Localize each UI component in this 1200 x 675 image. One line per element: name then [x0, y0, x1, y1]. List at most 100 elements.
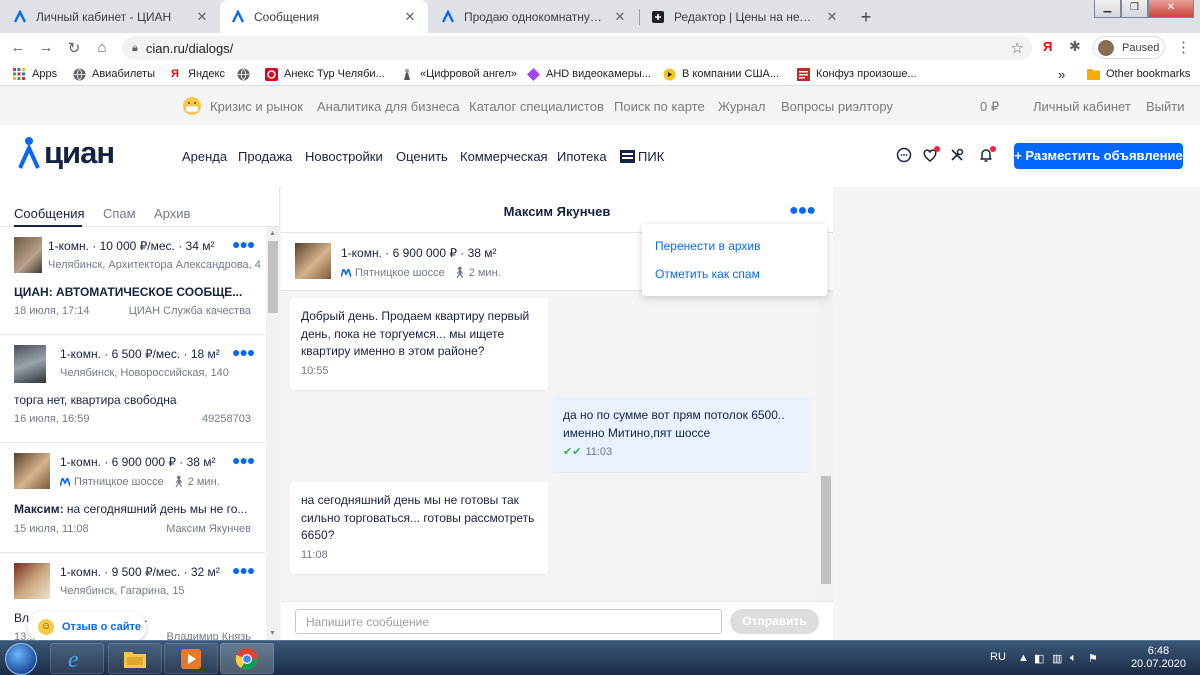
chat-menu-dots-icon[interactable]: ●●●: [789, 202, 816, 220]
more-dots-icon[interactable]: ●●●: [232, 562, 255, 578]
conversation-item[interactable]: 1-комн. · 6 500 ₽/мес. · 18 м² ●●● Челяб…: [0, 335, 265, 443]
reload-icon[interactable]: ↻: [60, 39, 88, 57]
more-dots-icon[interactable]: ●●●: [232, 236, 255, 252]
menu-item-archive[interactable]: Перенести в архив: [655, 239, 760, 253]
compare-icon[interactable]: [948, 147, 966, 165]
main-nav-sale[interactable]: Продажа: [238, 149, 292, 164]
tab-messages[interactable]: Сообщения ✕: [220, 0, 428, 33]
close-tab-icon[interactable]: ✕: [824, 9, 840, 25]
message-status: ✔✔ 11:03: [563, 444, 799, 462]
cian-favicon-icon: [230, 9, 246, 25]
network-icon[interactable]: ▥: [1052, 652, 1062, 665]
nav-analytics-link[interactable]: Аналитика для бизнеса: [317, 99, 460, 114]
lock-icon[interactable]: 🔒︎: [132, 42, 138, 55]
nav-questions-link[interactable]: Вопросы риэлтору: [781, 99, 893, 114]
main-nav-rent[interactable]: Аренда: [182, 149, 227, 164]
dialogs-scrollbar[interactable]: ▲ ▼: [266, 227, 280, 640]
bookmark-ahd[interactable]: AHD видеокамеры...: [526, 62, 651, 86]
bookmark-anex[interactable]: Анекс Тур Челяби...: [264, 62, 385, 86]
close-tab-icon[interactable]: ✕: [612, 9, 628, 25]
extensions-puzzle-icon[interactable]: ✱: [1069, 38, 1081, 55]
show-hidden-icons-icon[interactable]: ▲: [1018, 652, 1029, 664]
main-nav-newbuildings[interactable]: Новостройки: [305, 149, 383, 164]
nav-journal-link[interactable]: Журнал: [718, 99, 765, 114]
close-tab-icon[interactable]: ✕: [402, 9, 418, 25]
nav-cabinet-link[interactable]: Личный кабинет: [1033, 99, 1131, 114]
chat-scrollbar[interactable]: [819, 291, 833, 601]
bookmark-apps[interactable]: Apps: [12, 62, 57, 86]
home-icon[interactable]: ⌂: [88, 39, 116, 56]
minimize-icon[interactable]: ▁: [1094, 0, 1121, 18]
bookmark-konfuz[interactable]: Конфуз произоше...: [796, 62, 917, 86]
chat-icon[interactable]: [895, 147, 913, 165]
internet-explorer-icon[interactable]: e: [50, 643, 104, 674]
cian-logo[interactable]: циан: [18, 135, 115, 171]
balance-link[interactable]: 0 ₽: [980, 99, 999, 115]
more-dots-icon[interactable]: ●●●: [232, 452, 255, 468]
post-ad-button[interactable]: + Разместить объявление: [1014, 143, 1183, 169]
start-button[interactable]: [5, 643, 37, 675]
volume-icon[interactable]: 🔈︎: [1070, 652, 1077, 665]
scrollbar-thumb[interactable]: [268, 241, 278, 313]
message-text: Добрый день. Продаем квартиру первый ден…: [301, 309, 530, 358]
tab-cabinet[interactable]: Личный кабинет - ЦИАН ✕: [2, 0, 220, 33]
diamond-icon: [526, 67, 540, 81]
profile-button[interactable]: Paused: [1093, 36, 1165, 59]
conversation-item[interactable]: 1-комн. · 10 000 ₽/мес. · 34 м² ●●● Челя…: [0, 227, 265, 335]
window-close-icon[interactable]: ✕: [1148, 0, 1194, 18]
file-explorer-icon[interactable]: [108, 643, 162, 674]
more-dots-icon[interactable]: ●●●: [232, 344, 255, 360]
walk-time: 2 мин.: [187, 475, 220, 488]
tab-archive[interactable]: Архив: [154, 206, 190, 221]
tray-app-icon[interactable]: ◧: [1034, 652, 1044, 665]
scroll-up-icon[interactable]: ▲: [269, 230, 276, 237]
flag-icon[interactable]: ⚑: [1088, 652, 1098, 665]
bookmark-angel[interactable]: «Цифровой ангел»: [400, 62, 517, 86]
bookmark-aviabilety[interactable]: Авиабилеты: [72, 62, 155, 86]
bookmarks-more-button[interactable]: »: [1058, 62, 1065, 86]
nav-crisis-link[interactable]: Кризис и рынок: [210, 99, 303, 114]
back-icon[interactable]: ←: [4, 39, 32, 56]
main-nav-commercial[interactable]: Коммерческая: [460, 149, 548, 164]
main-nav-pik[interactable]: ПИК: [620, 149, 664, 164]
bookmark-star-icon[interactable]: ☆: [1011, 39, 1024, 57]
conversation-item[interactable]: 1-комн. · 6 900 000 ₽ · 38 м² ●●● Пятниц…: [0, 443, 265, 553]
bookmark-usa[interactable]: В компании США...: [662, 62, 779, 86]
cian-favicon-icon: [12, 9, 28, 25]
main-nav-estimate[interactable]: Оценить: [396, 149, 448, 164]
bookmark-label: Other bookmarks: [1106, 68, 1191, 80]
send-button[interactable]: Отправить: [730, 609, 819, 634]
feedback-button[interactable]: ☺ Отзыв о сайте: [28, 612, 146, 640]
maximize-icon[interactable]: ❐: [1121, 0, 1148, 18]
menu-item-spam[interactable]: Отметить как спам: [655, 267, 760, 281]
yandex-extension-icon[interactable]: Я: [1043, 39, 1052, 54]
url-text: cian.ru/dialogs/: [145, 40, 234, 56]
bookmark-globe[interactable]: [236, 62, 256, 86]
message-sender: ЦИАН Служба качества: [128, 305, 251, 317]
main-nav-mortgage[interactable]: Ипотека: [557, 149, 607, 164]
scroll-down-icon[interactable]: ▼: [269, 630, 276, 637]
listing-thumbnail: [14, 237, 42, 273]
close-tab-icon[interactable]: ✕: [194, 9, 210, 25]
bookmark-label: Авиабилеты: [92, 68, 156, 80]
tab-inbox[interactable]: Сообщения: [14, 206, 85, 221]
chrome-icon[interactable]: [220, 643, 274, 674]
bookmark-other[interactable]: Other bookmarks: [1086, 62, 1190, 86]
address-bar[interactable]: 🔒︎ cian.ru/dialogs/ ☆: [122, 36, 1032, 60]
tab-listing[interactable]: Продаю однокомнатную кварти ✕: [430, 0, 638, 33]
bookmark-yandex[interactable]: Я Яндекс: [168, 62, 225, 86]
logout-link[interactable]: Выйти: [1146, 99, 1185, 114]
new-tab-button[interactable]: +: [855, 6, 877, 28]
media-player-icon[interactable]: [164, 643, 218, 674]
listing-title: 1-комн. · 9 500 ₽/мес. · 32 м²: [60, 565, 220, 579]
tray-clock[interactable]: 6:48 20.07.2020: [1131, 645, 1186, 671]
nav-map-search-link[interactable]: Поиск по карте: [614, 99, 705, 114]
tray-language[interactable]: RU: [990, 651, 1006, 663]
tab-spam[interactable]: Спам: [103, 206, 136, 221]
nav-catalog-link[interactable]: Каталог специалистов: [469, 99, 604, 114]
menu-kebab-icon[interactable]: ⋮: [1176, 38, 1191, 56]
forward-icon[interactable]: →: [32, 39, 60, 56]
scrollbar-thumb[interactable]: [821, 476, 831, 584]
message-input[interactable]: [295, 609, 722, 634]
tab-editor[interactable]: Редактор | Цены на недвижимо ✕: [640, 0, 850, 33]
